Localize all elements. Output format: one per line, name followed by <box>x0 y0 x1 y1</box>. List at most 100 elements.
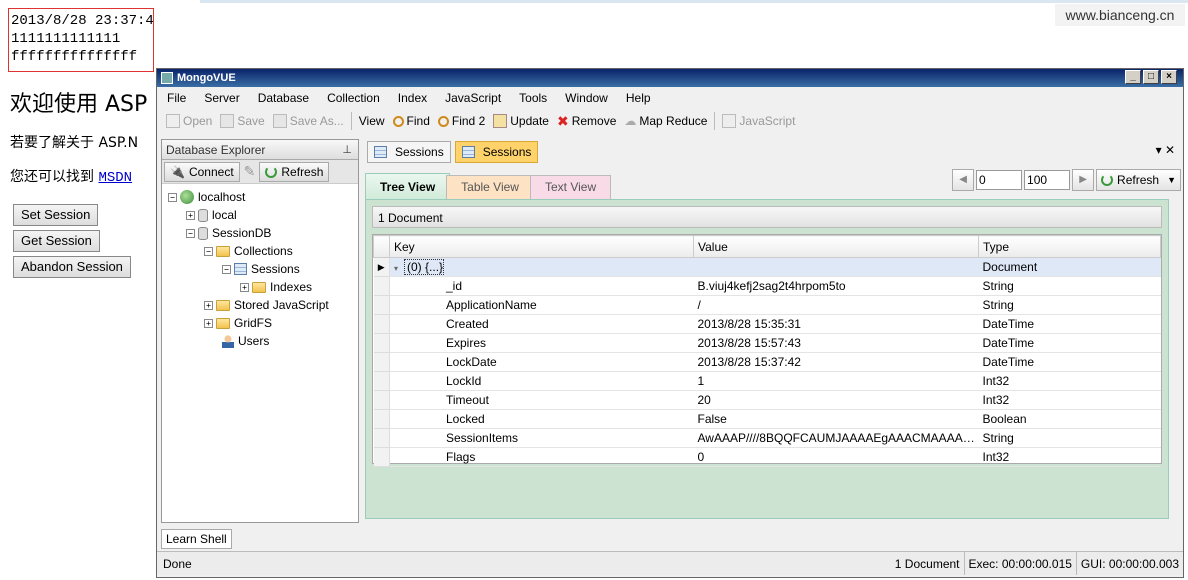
collapse-icon[interactable]: − <box>204 246 213 256</box>
tree-node-gridfs[interactable]: + GridFS <box>162 314 358 332</box>
tree-node-indexes[interactable]: + Indexes <box>162 278 358 296</box>
chevron-down-icon[interactable]: ▼ <box>1167 175 1176 185</box>
tab-table-view[interactable]: Table View <box>446 175 534 199</box>
skip-input[interactable]: 0 <box>976 170 1023 190</box>
javascript-button[interactable]: JavaScript <box>719 112 798 130</box>
row-selector[interactable] <box>373 295 390 315</box>
save-icon <box>220 114 235 128</box>
row-selector[interactable] <box>373 428 390 448</box>
status-gui-time: GUI: 00:00:00.003 <box>1075 552 1183 575</box>
update-button[interactable]: Update <box>490 112 552 130</box>
row-selector[interactable] <box>373 390 390 410</box>
table-row[interactable]: _id B.viuj4kefj2sag2t4hrpom5to String <box>373 276 1161 296</box>
session-line-2: 1111111111111 <box>11 31 121 47</box>
limit-input[interactable]: 100 <box>1024 170 1071 190</box>
row-selector[interactable] <box>373 352 390 372</box>
row-selector[interactable] <box>373 314 390 334</box>
row-selector[interactable] <box>373 447 390 467</box>
status-text: Done <box>163 556 192 571</box>
menu-index[interactable]: Index <box>398 91 427 105</box>
tree-node-users[interactable]: Users <box>162 332 358 350</box>
table-row[interactable]: Timeout 20 Int32 <box>373 390 1161 410</box>
menu-collection[interactable]: Collection <box>327 91 380 105</box>
table-row[interactable]: LockDate 2013/8/28 15:37:42 DateTime <box>373 352 1161 372</box>
key-cell: ApplicationName <box>389 295 694 315</box>
explorer-refresh-button[interactable]: Refresh <box>259 161 330 182</box>
collapse-icon[interactable]: − <box>168 192 177 202</box>
table-row[interactable]: Created 2013/8/28 15:35:31 DateTime <box>373 314 1161 334</box>
tree-label: Sessions <box>251 262 300 276</box>
expand-icon[interactable]: + <box>186 210 195 220</box>
save-as-button[interactable]: Save As... <box>270 112 347 130</box>
get-session-button[interactable]: Get Session <box>13 230 100 252</box>
row-selector[interactable] <box>373 371 390 391</box>
expand-icon[interactable]: + <box>240 282 249 292</box>
tree-node-stored-javascript[interactable]: + Stored JavaScript <box>162 296 358 314</box>
table-row[interactable]: Expires 2013/8/28 15:57:43 DateTime <box>373 333 1161 353</box>
tab-sessions-2[interactable]: Sessions <box>454 141 539 163</box>
remove-icon: ✖ <box>556 112 569 129</box>
tab-list-icon[interactable]: ▾ <box>1156 143 1162 157</box>
collapse-icon[interactable]: − <box>186 228 195 238</box>
set-session-button[interactable]: Set Session <box>13 204 99 226</box>
expand-icon[interactable]: + <box>204 300 213 310</box>
menu-server[interactable]: Server <box>204 91 239 105</box>
table-row[interactable]: LockId 1 Int32 <box>373 371 1161 391</box>
row-selector-icon[interactable]: ▶ <box>373 257 390 277</box>
view-button[interactable]: View <box>356 112 388 130</box>
menu-tools[interactable]: Tools <box>519 91 547 105</box>
prev-page-button[interactable]: ◀ <box>952 169 975 191</box>
document-area: Sessions Sessions ▾ ✕ Tree View Table Vi… <box>365 139 1181 523</box>
row-selector[interactable] <box>373 409 390 429</box>
msdn-link[interactable]: MSDN <box>98 170 132 186</box>
map-reduce-button[interactable]: ☁ Map Reduce <box>621 112 710 130</box>
key-cell: ▾ (0) {...} <box>389 257 694 277</box>
tree-node-sessions[interactable]: − Sessions <box>162 260 358 278</box>
column-header-type[interactable]: Type <box>978 235 1161 258</box>
tree-node-collections[interactable]: − Collections <box>162 242 358 260</box>
next-page-button[interactable]: ▶ <box>1072 169 1095 191</box>
table-row-root[interactable]: ▶ ▾ (0) {...} Document <box>373 257 1161 277</box>
close-button[interactable]: × <box>1161 70 1177 84</box>
expand-icon[interactable]: + <box>204 318 213 328</box>
tab-sessions-1[interactable]: Sessions <box>367 141 451 163</box>
minimize-button[interactable]: _ <box>1125 70 1141 84</box>
maximize-button[interactable]: □ <box>1143 70 1159 84</box>
tree-node-local[interactable]: + local <box>162 206 358 224</box>
collapse-icon[interactable]: ▾ <box>394 264 398 273</box>
tree-node-localhost[interactable]: − localhost <box>162 188 358 206</box>
row-selector[interactable] <box>373 333 390 353</box>
tab-tree-view[interactable]: Tree View <box>365 173 451 199</box>
table-row[interactable]: SessionItems AwAAAP////8BQQFCAUMJAAAAEgAA… <box>373 428 1161 448</box>
tree-node-sessiondb[interactable]: − SessionDB <box>162 224 358 242</box>
table-row[interactable]: Locked False Boolean <box>373 409 1161 429</box>
find-button[interactable]: Find <box>390 112 433 130</box>
connect-button[interactable]: 🔌 Connect <box>164 161 240 182</box>
title-bar[interactable]: MongoVUE _ □ × <box>157 69 1183 87</box>
collapse-icon[interactable]: − <box>222 264 231 274</box>
tab-close-icon[interactable]: ✕ <box>1165 143 1175 157</box>
menu-javascript[interactable]: JavaScript <box>445 91 501 105</box>
disconnect-icon[interactable]: ✎ <box>244 163 256 180</box>
menu-database[interactable]: Database <box>258 91 309 105</box>
tab-text-view[interactable]: Text View <box>529 175 612 199</box>
abandon-session-button[interactable]: Abandon Session <box>13 256 131 278</box>
save-button[interactable]: Save <box>217 112 267 130</box>
row-selector[interactable] <box>373 276 390 296</box>
document-tabs: Sessions Sessions ▾ ✕ <box>365 139 1181 165</box>
column-header-key[interactable]: Key <box>389 235 694 258</box>
table-row[interactable]: Flags 0 Int32 <box>373 447 1161 467</box>
results-refresh-button[interactable]: Refresh ▼ <box>1096 169 1181 191</box>
menu-window[interactable]: Window <box>565 91 608 105</box>
find2-button[interactable]: Find 2 <box>435 112 488 130</box>
mongovue-window: MongoVUE _ □ × File Server Database Coll… <box>156 68 1184 578</box>
learn-shell-tab[interactable]: Learn Shell <box>161 529 232 549</box>
menu-help[interactable]: Help <box>626 91 651 105</box>
table-row[interactable]: ApplicationName / String <box>373 295 1161 315</box>
pin-icon[interactable]: ⊥ <box>342 140 352 160</box>
remove-button[interactable]: ✖ Remove <box>554 111 619 132</box>
collection-icon <box>461 146 475 158</box>
column-header-value[interactable]: Value <box>693 235 979 258</box>
menu-file[interactable]: File <box>167 91 186 105</box>
open-button[interactable]: Open <box>163 112 215 130</box>
